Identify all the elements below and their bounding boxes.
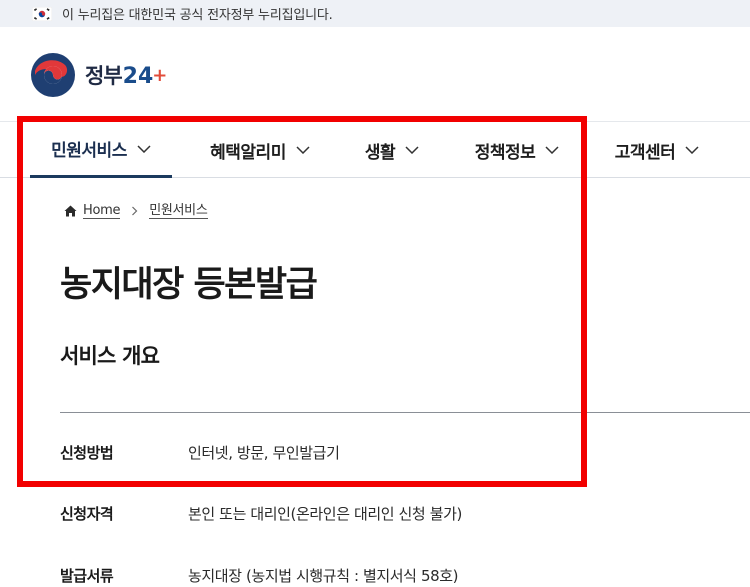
gov-official-banner: 이 누리집은 대한민국 공식 전자정부 누리집입니다.: [0, 0, 750, 27]
chevron-down-icon: [405, 146, 419, 154]
nav-item-label: 고객센터: [614, 142, 676, 163]
main-navigation: 민원서비스 혜택알리미 생활 정책정보 고객센터: [0, 121, 750, 178]
page-title: 농지대장 등본발급: [60, 265, 318, 305]
chevron-right-icon: [132, 206, 138, 216]
nav-item-benefits[interactable]: 혜택알리미: [190, 122, 330, 178]
info-value: 농지대장 (농지법 시행규칙 : 별지서식 58호): [188, 566, 459, 585]
nav-item-customer-center[interactable]: 고객센터: [602, 122, 712, 178]
info-row-eligibility: 신청자격 본인 또는 대리인(온라인은 대리인 신청 불가): [60, 499, 750, 527]
nav-item-life[interactable]: 생활: [352, 122, 432, 178]
info-value: 인터넷, 방문, 무인발급기: [188, 443, 340, 462]
info-row-apply-method: 신청방법 인터넷, 방문, 무인발급기: [60, 438, 750, 466]
home-icon: [64, 205, 77, 217]
nav-item-label: 혜택알리미: [210, 142, 286, 163]
info-row-documents: 발급서류 농지대장 (농지법 시행규칙 : 별지서식 58호): [60, 561, 750, 587]
site-logo[interactable]: 정부 24 +: [29, 51, 167, 99]
section-title-overview: 서비스 개요: [60, 344, 160, 368]
logo-wordmark: 정부: [85, 64, 123, 88]
korea-flag-icon: [32, 6, 52, 21]
chevron-down-icon: [137, 144, 151, 153]
chevron-down-icon: [545, 146, 559, 154]
chevron-down-icon: [296, 146, 310, 154]
taegeuk-emblem-icon: [31, 53, 75, 97]
nav-item-label: 정책정보: [474, 142, 536, 163]
nav-item-policy-info[interactable]: 정책정보: [462, 122, 572, 178]
info-value: 본인 또는 대리인(온라인은 대리인 신청 불가): [188, 504, 462, 523]
info-label: 발급서류: [60, 566, 114, 585]
gov-banner-text: 이 누리집은 대한민국 공식 전자정부 누리집입니다.: [62, 8, 333, 23]
info-label: 신청자격: [60, 504, 114, 523]
logo-number: 24: [122, 64, 154, 89]
breadcrumb-home-link[interactable]: Home: [83, 203, 121, 219]
nav-item-civil-service[interactable]: 민원서비스: [30, 122, 172, 178]
nav-item-label: 생활: [364, 142, 396, 163]
breadcrumb: Home 민원서비스: [64, 203, 208, 219]
site-header: 정부 24 +: [0, 27, 750, 121]
breadcrumb-current-link[interactable]: 민원서비스: [149, 203, 208, 219]
section-divider: [60, 412, 750, 413]
nav-item-label: 민원서비스: [51, 141, 127, 161]
chevron-down-icon: [685, 146, 699, 154]
info-label: 신청방법: [60, 443, 114, 462]
logo-plus: +: [152, 65, 168, 86]
